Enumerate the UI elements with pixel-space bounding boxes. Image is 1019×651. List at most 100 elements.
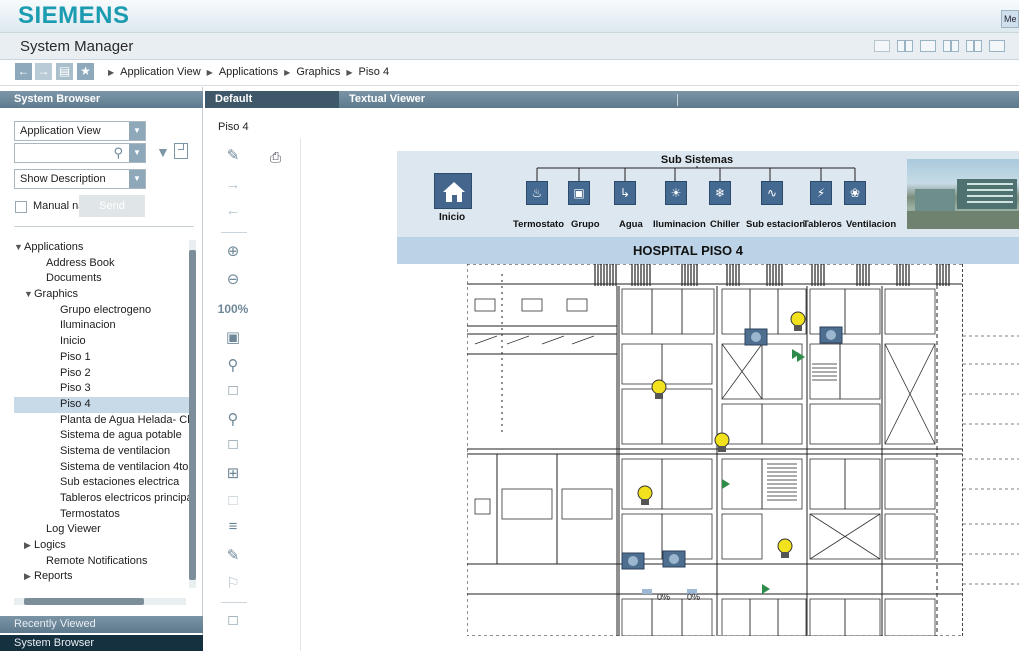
layout-split-icon[interactable] xyxy=(943,40,959,52)
user-menu-button[interactable]: Me xyxy=(1001,10,1019,28)
tree-item[interactable]: Grupo electrogeno xyxy=(14,303,192,319)
print-icon[interactable]: ⎙ xyxy=(270,149,281,166)
collapsed-triangle-icon[interactable]: ▶ xyxy=(24,538,34,554)
chevron-down-icon[interactable]: ▼ xyxy=(129,144,145,162)
menu-lines-icon[interactable]: ≡ xyxy=(217,518,249,535)
scrollbar-thumb[interactable] xyxy=(24,598,144,605)
tree-item[interactable]: ▶ Reports xyxy=(14,569,192,585)
fan-unit-icon[interactable] xyxy=(620,551,646,571)
light-bulb-icon[interactable] xyxy=(713,432,731,454)
subsystem-label[interactable]: Agua xyxy=(619,219,643,230)
save-icon[interactable] xyxy=(174,143,188,159)
chevron-down-icon[interactable]: ▼ xyxy=(129,170,145,188)
search-icon[interactable]: ⚲ xyxy=(113,145,123,161)
home-icon[interactable] xyxy=(434,173,472,209)
lighting-icon[interactable]: ☀ xyxy=(665,181,687,205)
selection-frame-icon[interactable]: □ xyxy=(217,492,249,509)
tree-item[interactable]: Sistema de agua potable xyxy=(14,428,192,444)
water-icon[interactable]: ↳ xyxy=(614,181,636,205)
subsystem-label[interactable]: Grupo xyxy=(571,219,600,230)
layout-single-icon[interactable] xyxy=(920,40,936,52)
favorite-star-icon[interactable]: ★ xyxy=(77,63,94,80)
tab-textual-viewer[interactable]: Textual Viewer xyxy=(339,91,459,108)
tree-item[interactable]: ▼Applications xyxy=(14,240,192,256)
electrical-panel-icon[interactable]: ⚡ xyxy=(810,181,832,205)
tree-item[interactable]: Sistema de ventilacion 4to piso xyxy=(14,460,192,476)
zoom-level[interactable]: 100% xyxy=(217,302,249,316)
back-arrow-icon[interactable]: ← xyxy=(217,202,249,219)
collapsed-triangle-icon[interactable]: ▶ xyxy=(24,569,34,585)
layout-quad-icon[interactable] xyxy=(966,40,982,52)
tree-item[interactable]: Iluminacion xyxy=(14,318,192,334)
tree-item[interactable]: Piso 2 xyxy=(14,366,192,382)
tree-item[interactable]: Piso 4 xyxy=(14,396,192,413)
light-bulb-icon[interactable] xyxy=(636,485,654,507)
zoom-area-icon[interactable]: ⚲ xyxy=(217,410,249,428)
subsystem-label[interactable]: Ventilacion xyxy=(846,219,896,230)
generator-icon[interactable]: ▣ xyxy=(568,181,590,205)
subsystem-label[interactable]: Chiller xyxy=(710,219,740,230)
filter-icon[interactable]: ▼ xyxy=(156,144,170,160)
pen-icon[interactable]: ✎ xyxy=(217,146,249,164)
layers-icon[interactable]: ⊞ xyxy=(217,464,249,482)
system-browser-tab[interactable]: System Browser xyxy=(0,635,203,651)
tree-item[interactable]: Inicio xyxy=(14,334,192,350)
scrollbar-thumb[interactable] xyxy=(189,250,196,580)
tree-vertical-scrollbar[interactable] xyxy=(189,240,196,588)
home-view-icon[interactable]: ▤ xyxy=(56,63,73,80)
tab-default[interactable]: Default xyxy=(205,91,339,108)
home-label[interactable]: Inicio xyxy=(439,212,465,223)
document-icon[interactable]: □ xyxy=(217,612,249,629)
tree-item[interactable]: Sub estaciones electrica xyxy=(14,475,192,491)
forward-arrow-icon[interactable]: → xyxy=(217,176,249,193)
recently-viewed-tab[interactable]: Recently Viewed xyxy=(0,616,203,633)
tree-item[interactable]: Log Viewer xyxy=(14,522,192,538)
substation-icon[interactable]: ∿ xyxy=(761,181,783,205)
minimize-layout-icon[interactable] xyxy=(874,40,890,52)
view-select[interactable]: Application View ▼ xyxy=(14,121,146,141)
zoom-window-icon[interactable]: □ xyxy=(217,382,249,399)
subsystem-label[interactable]: Termostato xyxy=(513,219,564,230)
light-bulb-icon[interactable] xyxy=(776,538,794,560)
tree-item[interactable]: Address Book xyxy=(14,256,192,272)
description-select[interactable]: Show Description ▼ xyxy=(14,169,146,189)
expanded-triangle-icon[interactable]: ▼ xyxy=(24,287,34,303)
tree-item[interactable]: Planta de Agua Helada- Chiller xyxy=(14,413,192,429)
magnifier-icon[interactable]: ⚲ xyxy=(217,356,249,374)
fan-unit-icon[interactable] xyxy=(661,549,687,569)
back-arrow-icon[interactable]: ← xyxy=(15,63,32,80)
manual-checkbox[interactable] xyxy=(15,201,27,213)
layout-full-icon[interactable] xyxy=(989,40,1005,52)
tree-horizontal-scrollbar[interactable] xyxy=(14,598,186,605)
send-button[interactable]: Send xyxy=(79,195,145,217)
zoom-out-icon[interactable]: ⊖ xyxy=(217,270,249,288)
layout-grid-icon[interactable] xyxy=(897,40,913,52)
flag-icon[interactable]: ⚐ xyxy=(217,574,249,592)
subsystem-label[interactable]: Iluminacion xyxy=(653,219,706,230)
forward-arrow-icon[interactable]: → xyxy=(35,63,52,80)
tree-item[interactable]: Tableros electricos principales xyxy=(14,491,192,507)
zoom-in-icon[interactable]: ⊕ xyxy=(217,242,249,260)
breadcrumb-item[interactable]: Applications xyxy=(219,66,278,79)
thermostat-icon[interactable]: ♨ xyxy=(526,181,548,205)
tree-item[interactable]: ▶ Logics xyxy=(14,538,192,554)
tree-item[interactable]: ▼Graphics xyxy=(14,287,192,303)
comment-icon[interactable]: ✎ xyxy=(217,546,249,564)
fan-unit-icon[interactable] xyxy=(818,325,844,345)
subsystem-label[interactable]: Sub estacion xyxy=(746,219,805,230)
expanded-triangle-icon[interactable]: ▼ xyxy=(14,240,24,256)
tree-item[interactable]: Documents xyxy=(14,271,192,287)
subsystem-label[interactable]: Tableros xyxy=(803,219,842,230)
search-input[interactable]: ⚲ ▼ xyxy=(14,143,146,163)
tree-item[interactable]: Termostatos xyxy=(14,507,192,523)
light-bulb-icon[interactable] xyxy=(789,311,807,333)
tree-item[interactable]: Sistema de ventilacion xyxy=(14,444,192,460)
tree-item[interactable]: Piso 3 xyxy=(14,381,192,397)
fan-unit-icon[interactable] xyxy=(743,327,769,347)
select-area-icon[interactable]: □ xyxy=(217,436,249,453)
breadcrumb-item[interactable]: Graphics xyxy=(296,66,340,79)
chiller-icon[interactable]: ❄ xyxy=(709,181,731,205)
light-bulb-icon[interactable] xyxy=(650,379,668,401)
tree-item[interactable]: Remote Notifications xyxy=(14,554,192,570)
tree-item[interactable]: Piso 1 xyxy=(14,350,192,366)
